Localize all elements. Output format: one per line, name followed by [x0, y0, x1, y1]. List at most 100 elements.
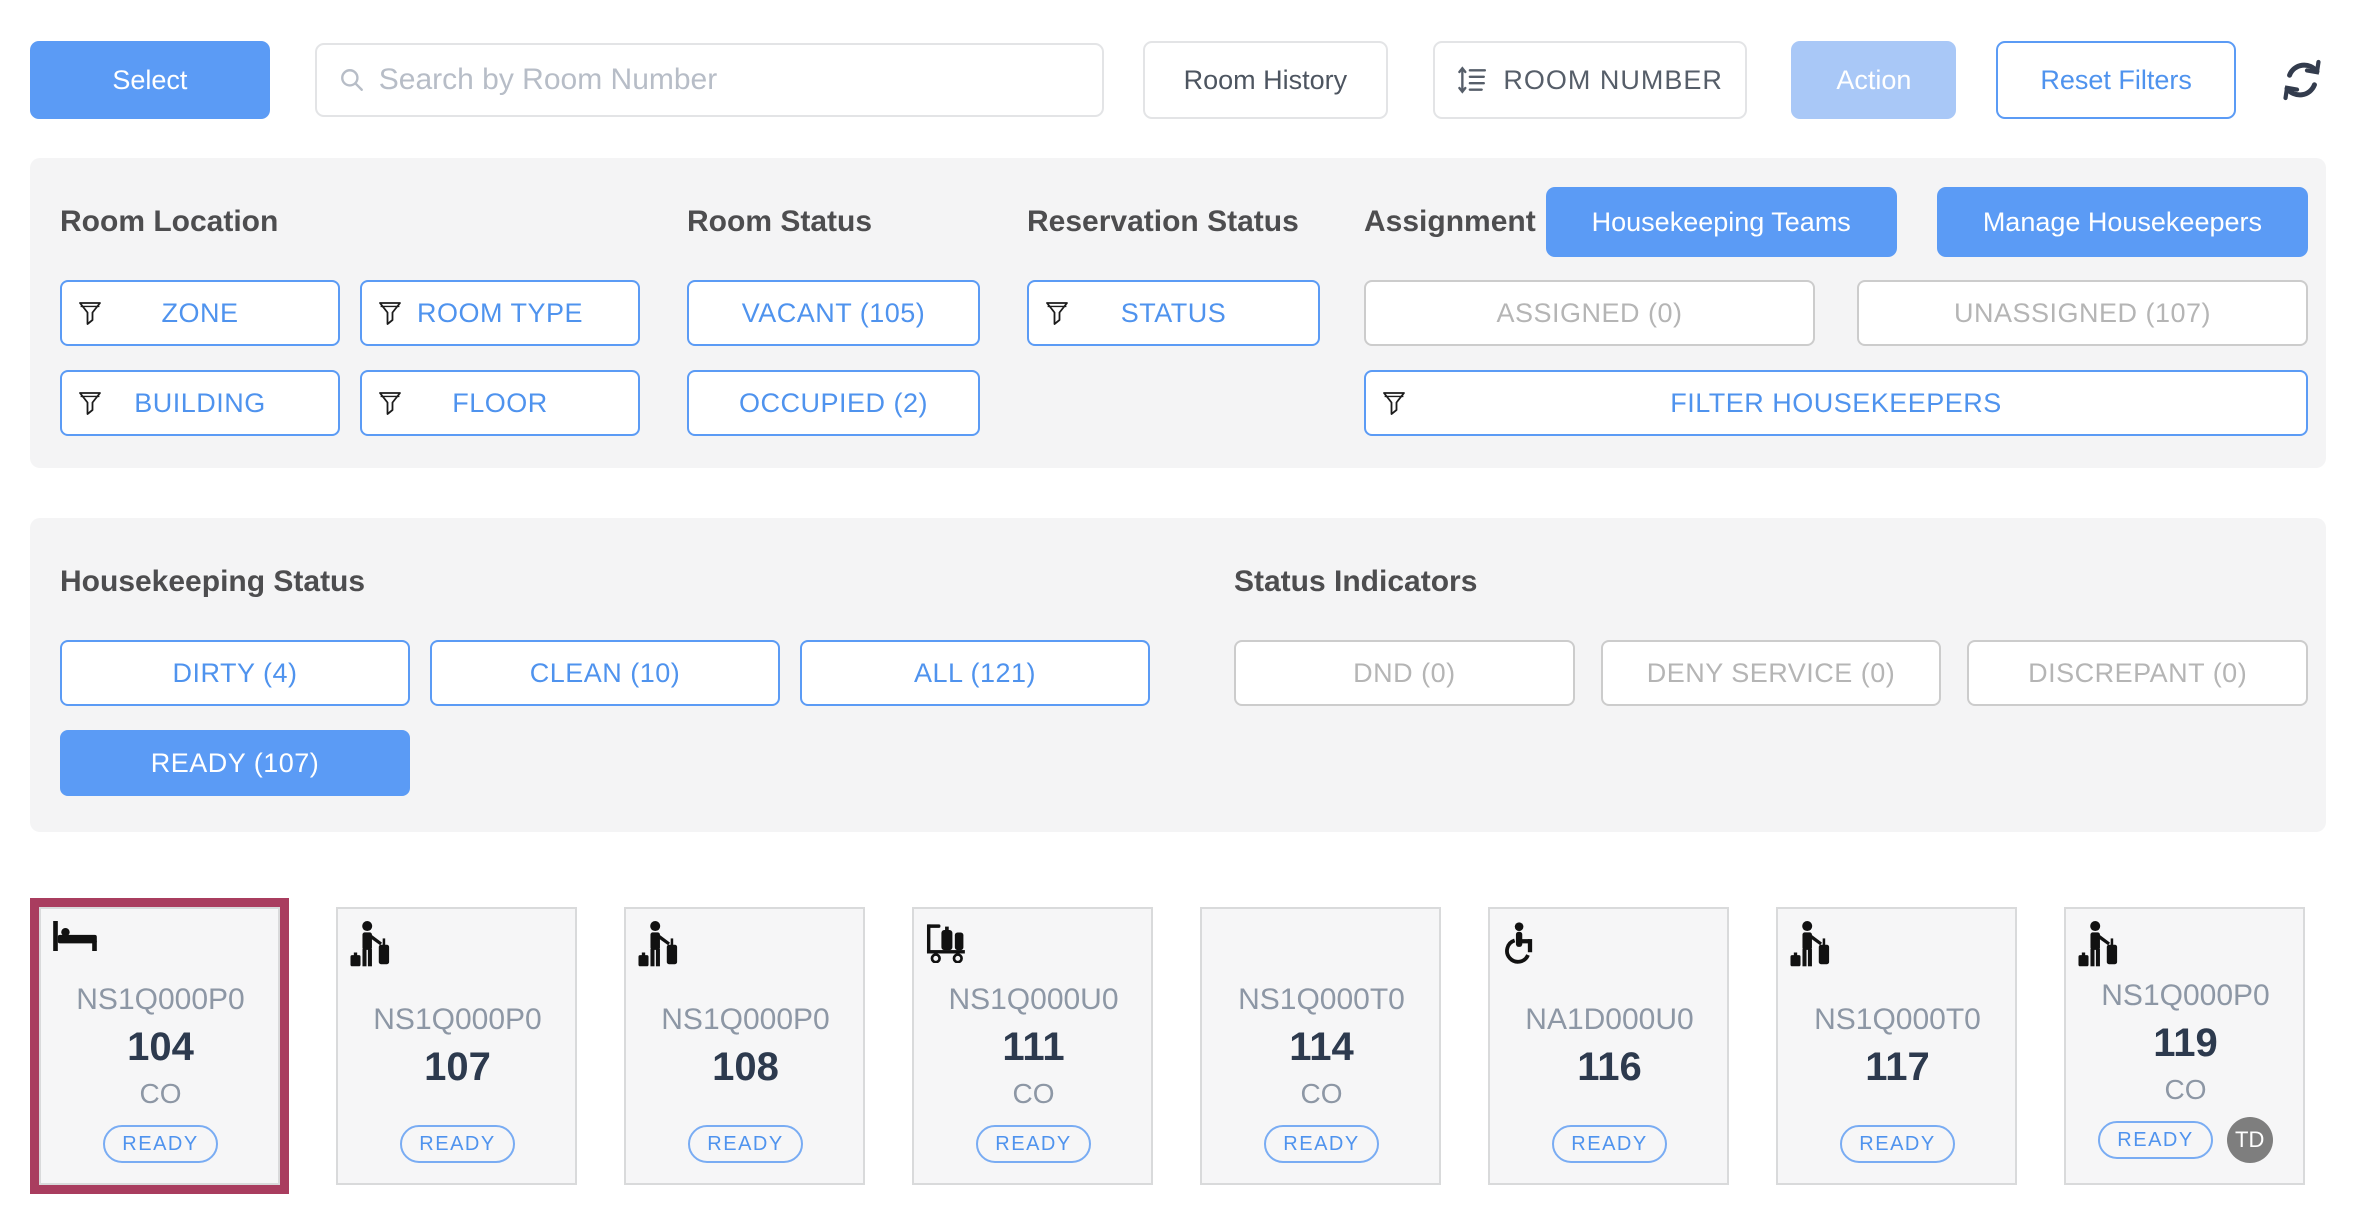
assigned-filter-button[interactable]: ASSIGNED (0) [1364, 280, 1815, 346]
toolbar: Select Room History ROOM NUMBER Action R… [30, 40, 2326, 120]
reservation-status-filter-button[interactable]: STATUS [1027, 280, 1320, 346]
guest-with-luggage-icon [2078, 921, 2118, 967]
housekeeping-status-badge: READY [976, 1125, 1090, 1163]
discrepant-filter-button[interactable]: DISCREPANT (0) [1967, 640, 2308, 706]
room-card-116[interactable]: NA1D000U0 116 READY [1488, 907, 1729, 1185]
room-type-filter-label: ROOM TYPE [417, 298, 583, 329]
room-number: 107 [424, 1045, 491, 1090]
floor-filter-label: FLOOR [452, 388, 548, 419]
room-status-section: Room Status VACANT (105) OCCUPIED (2) [687, 186, 980, 436]
reservation-status-label: CO [2165, 1074, 2207, 1106]
room-number: 104 [127, 1025, 194, 1070]
manage-housekeepers-button[interactable]: Manage Housekeepers [1937, 187, 2308, 257]
room-card-107[interactable]: NS1Q000P0 107 READY [336, 907, 577, 1185]
reservation-status-filter-label: STATUS [1121, 298, 1227, 329]
room-type-code: NS1Q000P0 [2101, 979, 2269, 1013]
housekeeping-status-title: Housekeeping Status [60, 565, 365, 599]
room-location-title: Room Location [60, 205, 278, 239]
room-card-108[interactable]: NS1Q000P0 108 READY [624, 907, 865, 1185]
housekeeping-status-badge: READY [103, 1125, 217, 1163]
status-indicators-section: Status Indicators DND (0) DENY SERVICE (… [1234, 546, 2308, 796]
room-card-114[interactable]: NS1Q000T0 114 CO READY [1200, 907, 1441, 1185]
room-card-119[interactable]: NS1Q000P0 119 CO READY TD [2064, 907, 2305, 1185]
filter-housekeepers-button[interactable]: FILTER HOUSEKEEPERS [1364, 370, 2308, 436]
building-filter-button[interactable]: BUILDING [60, 370, 340, 436]
floor-filter-button[interactable]: FLOOR [360, 370, 640, 436]
guest-with-luggage-icon [638, 921, 678, 967]
dnd-filter-button[interactable]: DND (0) [1234, 640, 1575, 706]
room-type-code: NS1Q000P0 [661, 1003, 829, 1037]
filter-icon [78, 391, 102, 415]
housekeeping-status-badge: READY [1552, 1125, 1666, 1163]
clean-filter-button[interactable]: CLEAN (10) [430, 640, 780, 706]
status-panel: Housekeeping Status DIRTY (4) CLEAN (10)… [30, 518, 2326, 832]
filter-housekeepers-label: FILTER HOUSEKEEPERS [1670, 388, 2002, 419]
reservation-status-section: Reservation Status STATUS [1027, 186, 1320, 436]
zone-filter-label: ZONE [161, 298, 238, 329]
status-indicators-title: Status Indicators [1234, 565, 1477, 599]
deny-service-filter-button[interactable]: DENY SERVICE (0) [1601, 640, 1942, 706]
assignment-section: Assignment Housekeeping Teams Manage Hou… [1364, 186, 2308, 436]
select-button[interactable]: Select [30, 41, 270, 119]
housekeeping-status-badge: READY [688, 1125, 802, 1163]
reservation-status-title: Reservation Status [1027, 205, 1299, 239]
search-box[interactable] [315, 43, 1104, 117]
room-number: 108 [712, 1045, 779, 1090]
room-card-list: NS1Q000P0 104 CO READY NS1Q000P0 107 REA… [0, 898, 2356, 1194]
unassigned-filter-button[interactable]: UNASSIGNED (107) [1857, 280, 2308, 346]
zone-filter-button[interactable]: ZONE [60, 280, 340, 346]
filters-panel: Room Location ZONE ROOM TYPE BUILDING FL… [30, 158, 2326, 468]
guest-with-luggage-icon [1790, 921, 1830, 967]
assignee-avatar: TD [2227, 1117, 2273, 1163]
building-filter-label: BUILDING [134, 388, 266, 419]
reset-filters-button[interactable]: Reset Filters [1996, 41, 2236, 119]
room-card-111[interactable]: NS1Q000U0 111 CO READY [912, 907, 1153, 1185]
search-icon [339, 67, 365, 93]
assignment-title: Assignment [1364, 205, 1536, 239]
search-input[interactable] [379, 63, 1080, 97]
sort-by-label: ROOM NUMBER [1503, 65, 1723, 96]
housekeeping-teams-button[interactable]: Housekeeping Teams [1546, 187, 1897, 257]
room-type-code: NS1Q000P0 [76, 983, 244, 1017]
refresh-icon [2279, 57, 2325, 103]
sort-amount-icon [1457, 65, 1487, 95]
room-card-117[interactable]: NS1Q000T0 117 READY [1776, 907, 2017, 1185]
filter-icon [378, 301, 402, 325]
room-type-code: NS1Q000U0 [948, 983, 1118, 1017]
vacant-filter-button[interactable]: VACANT (105) [687, 280, 980, 346]
room-number: 119 [2153, 1021, 2218, 1066]
dirty-filter-button[interactable]: DIRTY (4) [60, 640, 410, 706]
housekeeping-status-section: Housekeeping Status DIRTY (4) CLEAN (10)… [60, 546, 1152, 796]
filter-icon [378, 391, 402, 415]
room-location-section: Room Location ZONE ROOM TYPE BUILDING FL… [60, 186, 640, 436]
room-number: 116 [1577, 1045, 1642, 1090]
bed-icon [53, 921, 97, 951]
sort-by-control[interactable]: ROOM NUMBER [1433, 41, 1748, 119]
all-filter-button[interactable]: ALL (121) [800, 640, 1150, 706]
housekeeping-status-badge: READY [2098, 1121, 2212, 1159]
housekeeping-status-badge: READY [400, 1125, 514, 1163]
filter-icon [1045, 301, 1069, 325]
room-history-button[interactable]: Room History [1143, 41, 1388, 119]
action-button[interactable]: Action [1791, 41, 1956, 119]
reservation-status-label: CO [1301, 1078, 1343, 1110]
room-type-filter-button[interactable]: ROOM TYPE [360, 280, 640, 346]
room-number: 111 [1002, 1025, 1064, 1070]
room-number: 114 [1289, 1025, 1354, 1070]
housekeeping-status-badge: READY [1840, 1125, 1954, 1163]
wheelchair-icon [1502, 921, 1540, 965]
room-type-code: NA1D000U0 [1525, 1003, 1693, 1037]
room-status-title: Room Status [687, 205, 872, 239]
room-type-code: NS1Q000T0 [1814, 1003, 1981, 1037]
occupied-filter-button[interactable]: OCCUPIED (2) [687, 370, 980, 436]
room-type-code: NS1Q000T0 [1238, 983, 1405, 1017]
refresh-button[interactable] [2278, 56, 2326, 104]
ready-filter-button[interactable]: READY (107) [60, 730, 410, 796]
filter-icon [78, 301, 102, 325]
selected-room-highlight-frame: NS1Q000P0 104 CO READY [30, 898, 289, 1194]
housekeeping-status-badge: READY [1264, 1125, 1378, 1163]
room-card-104[interactable]: NS1Q000P0 104 CO READY [39, 907, 280, 1185]
room-type-code: NS1Q000P0 [373, 1003, 541, 1037]
room-number: 117 [1865, 1045, 1930, 1090]
reservation-status-label: CO [140, 1078, 182, 1110]
